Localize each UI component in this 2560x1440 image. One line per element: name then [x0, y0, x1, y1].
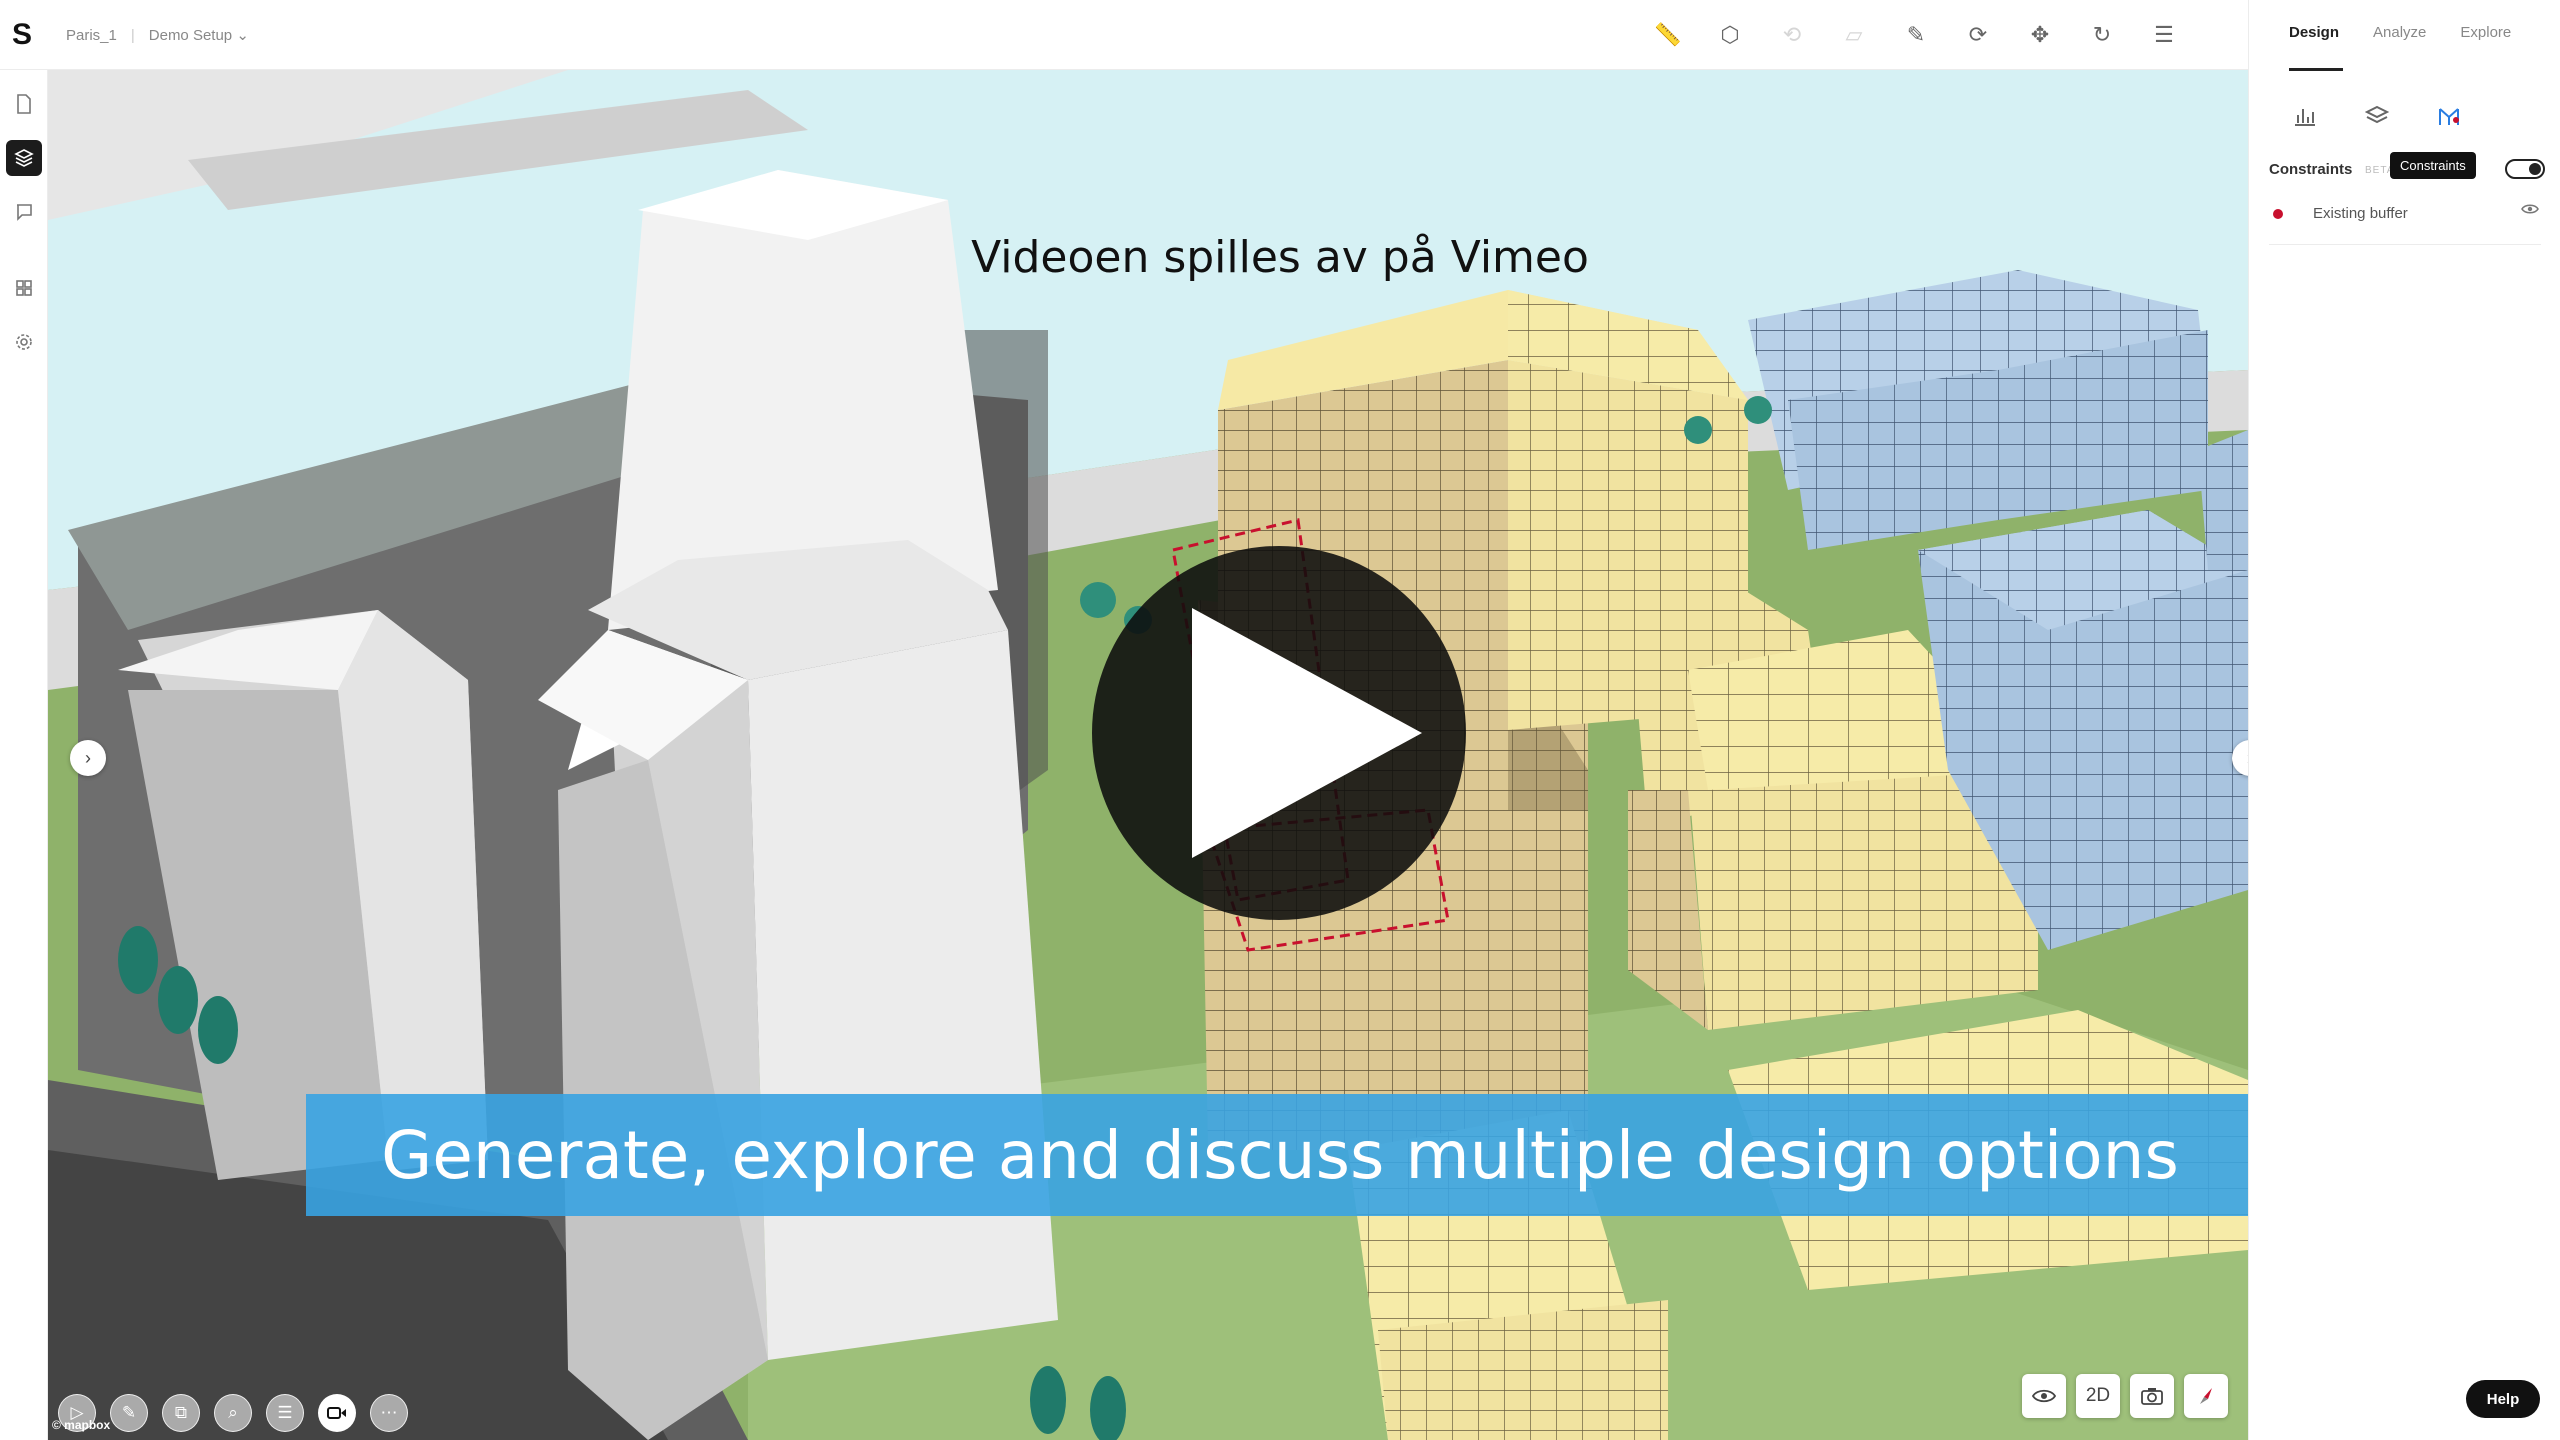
play-button[interactable]: [1092, 546, 1466, 920]
tab-analyze[interactable]: Analyze: [2373, 24, 2426, 41]
ruler-icon[interactable]: 📏: [1650, 17, 1686, 53]
rotate-icon[interactable]: ⟳: [1960, 17, 1996, 53]
constraints-tooltip: Constraints: [2390, 152, 2476, 179]
breadcrumb-setup[interactable]: Demo Setup ⌄: [149, 26, 249, 44]
panel-divider: [2269, 244, 2541, 245]
active-tab-indicator: [2289, 68, 2343, 71]
constraints-label: Constraints: [2269, 161, 2353, 178]
draw-shape-icon[interactable]: ✎: [1898, 17, 1934, 53]
map-attribution: © mapbox: [52, 1418, 111, 1432]
more-icon[interactable]: ⋯: [370, 1394, 408, 1432]
video-title: Videoen spilles av på Vimeo: [971, 232, 1589, 283]
constraints-icon[interactable]: [2429, 96, 2469, 136]
comment-icon[interactable]: [6, 194, 42, 230]
polygon-icon: ▱: [1845, 22, 1863, 47]
constraint-item-existing-buffer[interactable]: Existing buffer: [2269, 202, 2545, 226]
app-root: S Paris_1 | Demo Setup ⌄ 📏 ⬡ ⟲ ▱ ✎ ⟳ ✥ ↻ ☰: [0, 0, 2560, 1440]
camera-icon[interactable]: [2130, 1374, 2174, 1418]
undo-shape-icon: ⟲: [1782, 22, 1802, 47]
right-panel: Design Analyze Explore Constraints BETA Ex…: [2248, 0, 2560, 1440]
copy-icon[interactable]: ⧉: [162, 1394, 200, 1432]
video-caption: Generate, explore and discuss multiple d…: [306, 1094, 2254, 1216]
edit-icon[interactable]: ✎: [110, 1394, 148, 1432]
tab-explore[interactable]: Explore: [2460, 24, 2511, 41]
video-camera-icon[interactable]: [318, 1394, 356, 1432]
bar-chart-icon[interactable]: [2285, 96, 2325, 136]
list-icon[interactable]: ☰: [266, 1394, 304, 1432]
constraints-toggle[interactable]: [2505, 159, 2545, 179]
toolbar: 📏 ⬡ ⟲ ▱ ✎ ⟳ ✥ ↻ ☰: [1650, 17, 2182, 53]
gear-icon[interactable]: [6, 324, 42, 360]
layers-panel-icon[interactable]: [2357, 96, 2397, 136]
buffer-color-dot: [2273, 209, 2283, 219]
top-bar: S Paris_1 | Demo Setup ⌄ 📏 ⬡ ⟲ ▱ ✎ ⟳ ✥ ↻ ☰: [0, 0, 2248, 70]
view-controls: 2D: [2022, 1374, 2228, 1418]
mode-2d-button[interactable]: 2D: [2076, 1374, 2120, 1418]
buffer-label: Existing buffer: [2313, 205, 2408, 222]
eye-view-icon[interactable]: [2022, 1374, 2066, 1418]
visibility-eye-icon[interactable]: [2521, 202, 2539, 220]
chevron-left-icon[interactable]: ›: [70, 740, 106, 776]
refresh-icon[interactable]: ↻: [2084, 17, 2120, 53]
file-icon[interactable]: [6, 86, 42, 122]
breadcrumb-separator: |: [130, 26, 135, 44]
move-icon[interactable]: ✥: [2022, 17, 2058, 53]
app-logo[interactable]: S: [12, 18, 36, 52]
back-icon[interactable]: ◁: [6, 1394, 44, 1432]
play-icon: [1192, 608, 1422, 858]
tab-design[interactable]: Design: [2289, 24, 2339, 41]
zoom-icon[interactable]: ⌕: [214, 1394, 252, 1432]
video-caption-text: Generate, explore and discuss multiple d…: [381, 1116, 2179, 1194]
cube-icon[interactable]: ⬡: [1712, 17, 1748, 53]
breadcrumb: Paris_1 | Demo Setup ⌄: [66, 26, 249, 45]
panel-tabs: Design Analyze Explore: [2289, 24, 2511, 41]
layers-icon[interactable]: [6, 140, 42, 176]
breadcrumb-project[interactable]: Paris_1: [66, 27, 117, 44]
breadcrumb-setup-label: Demo Setup: [148, 27, 233, 44]
settings-sliders-icon[interactable]: ☰: [2146, 17, 2182, 53]
compass-icon[interactable]: [2184, 1374, 2228, 1418]
help-button[interactable]: Help: [2466, 1380, 2540, 1418]
chevron-down-icon: ⌄: [236, 27, 249, 44]
panel-icon-bar: [2285, 96, 2469, 136]
